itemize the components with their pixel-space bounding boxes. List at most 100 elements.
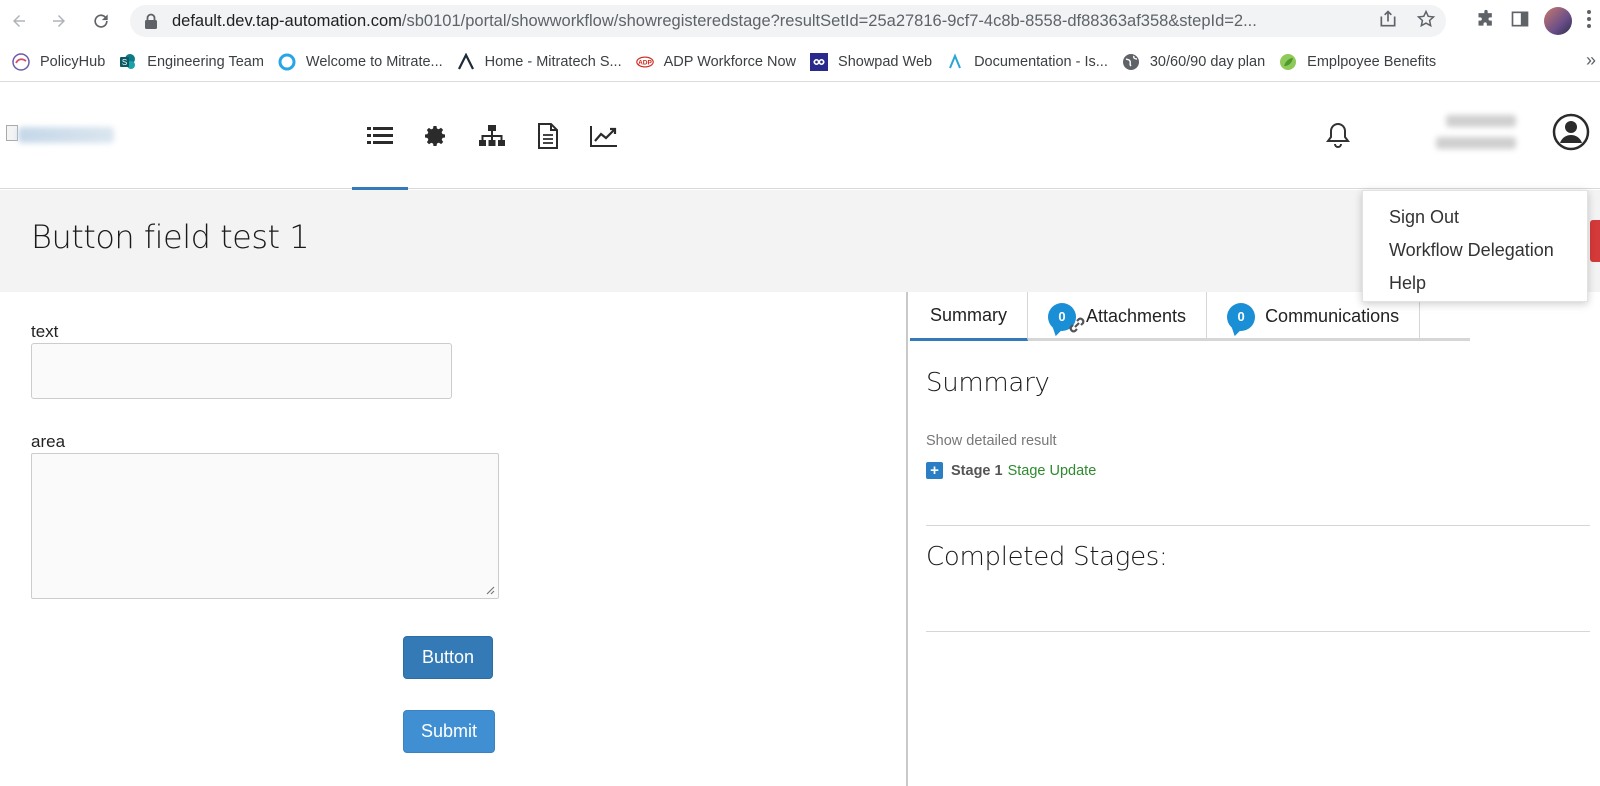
tab-label: Communications — [1265, 306, 1400, 326]
bookmark-adp[interactable]: ADP ADP Workforce Now — [632, 48, 806, 76]
forward-button[interactable] — [42, 4, 76, 38]
nav-worklist[interactable] — [352, 83, 408, 190]
bookmark-policyhub[interactable]: PolicyHub — [8, 48, 115, 76]
menu-item-help[interactable]: Help — [1363, 267, 1587, 300]
svg-text:ADP: ADP — [638, 59, 652, 66]
link-icon — [1069, 317, 1085, 333]
title-bar: Button field test 1 — [0, 190, 1600, 292]
bookmark-label: PolicyHub — [40, 53, 106, 70]
back-button[interactable] — [2, 4, 36, 38]
bookmark-label: ADP Workforce Now — [663, 53, 797, 70]
reload-button[interactable] — [84, 4, 118, 38]
tab-label: Summary — [930, 304, 1008, 325]
url-host: default.dev.tap-automation.com — [172, 11, 402, 30]
kebab-menu-icon[interactable] — [1586, 9, 1592, 34]
reload-icon — [94, 14, 108, 28]
divider — [926, 631, 1590, 632]
address-bar[interactable]: default.dev.tap-automation.com/sb0101/po… — [130, 5, 1446, 37]
leaf-icon — [1279, 53, 1297, 71]
list-icon — [367, 127, 393, 144]
svg-text:S: S — [122, 58, 127, 67]
bookmark-label: 30/60/90 day plan — [1149, 53, 1266, 70]
share-icon[interactable] — [1378, 9, 1398, 34]
bookmarks-bar: PolicyHub S Engineering Team Welcome to … — [0, 42, 1600, 82]
ring-icon — [278, 53, 296, 71]
bookmark-showpad[interactable]: Showpad Web — [806, 48, 942, 76]
communications-count-badge: 0 — [1227, 302, 1256, 331]
stage-number: Stage 1 — [951, 462, 1003, 479]
sharepoint-icon: S — [119, 53, 137, 71]
bookmark-home-mitratech[interactable]: Home - Mitratech S... — [453, 48, 632, 76]
app-logo[interactable] — [6, 125, 116, 145]
nav-reports[interactable] — [576, 83, 632, 189]
tab-label: Attachments — [1086, 306, 1187, 326]
url-path: /sb0101/portal/showworkflow/showregister… — [401, 11, 1257, 30]
policyhub-icon — [12, 52, 30, 71]
url-text: default.dev.tap-automation.com/sb0101/po… — [172, 12, 1350, 31]
browser-profile-avatar[interactable] — [1544, 7, 1572, 35]
browser-toolbar: default.dev.tap-automation.com/sb0101/po… — [0, 0, 1600, 42]
bookmarks-more-button[interactable]: » — [1586, 50, 1596, 71]
bookmark-documentation[interactable]: Documentation - Is... — [942, 48, 1118, 76]
gear-icon — [425, 126, 445, 146]
star-icon[interactable] — [1416, 9, 1436, 34]
nav-settings[interactable] — [408, 83, 464, 189]
mitratech-icon — [457, 52, 475, 71]
bookmark-label: Emplpoyee Benefits — [1307, 53, 1437, 70]
resize-handle-icon[interactable] — [485, 585, 495, 595]
user-dropdown-menu: Sign Out Workflow Delegation Help — [1362, 190, 1588, 302]
text-input[interactable] — [31, 343, 452, 399]
logo-blurred — [18, 127, 114, 143]
area-textarea[interactable] — [31, 453, 499, 599]
sitemap-icon — [479, 125, 505, 146]
extensions-icon[interactable] — [1476, 9, 1496, 34]
stage-update-link[interactable]: Stage Update — [1008, 463, 1097, 479]
expand-plus-icon[interactable]: + — [926, 462, 943, 479]
side-panel-icon[interactable] — [1510, 9, 1530, 34]
bookmark-label: Home - Mitratech S... — [484, 53, 622, 70]
divider — [926, 525, 1590, 526]
bookmark-label: Showpad Web — [838, 53, 933, 70]
menu-item-workflow-delegation[interactable]: Workflow Delegation — [1363, 234, 1587, 267]
user-menu-button[interactable] — [1552, 113, 1590, 151]
tab-summary[interactable]: Summary — [910, 292, 1029, 341]
showpad-icon — [810, 52, 829, 71]
line-chart-icon — [590, 126, 617, 147]
tab-attachments[interactable]: 0 Attachments — [1028, 292, 1208, 341]
arrow-right-icon — [53, 15, 65, 27]
bookmark-label: Welcome to Mitrate... — [305, 53, 443, 70]
nav-documents[interactable] — [520, 83, 576, 189]
globe-icon — [1122, 53, 1140, 71]
top-nav — [352, 83, 632, 190]
bookmark-employee-benefits[interactable]: Emplpoyee Benefits — [1275, 48, 1446, 76]
summary-heading: Summary — [926, 368, 1050, 398]
submit-button[interactable]: Submit — [403, 710, 495, 753]
bookmark-welcome[interactable]: Welcome to Mitrate... — [274, 48, 453, 76]
bookmark-label: Engineering Team — [147, 53, 264, 70]
user-name-blurred — [1436, 109, 1516, 159]
summary-panel: Summary 0 Attachments 0 Communications S… — [910, 292, 1600, 786]
user-circle-icon — [1552, 113, 1590, 151]
adp-icon: ADP — [635, 53, 654, 71]
page-title: Button field test 1 — [31, 218, 310, 256]
broken-image-icon — [6, 125, 18, 141]
app-header — [0, 83, 1600, 190]
stage-row[interactable]: + Stage 1 Stage Update — [926, 462, 1096, 479]
bell-icon — [1326, 122, 1350, 148]
show-detailed-result-link[interactable]: Show detailed result — [926, 433, 1057, 449]
notifications-button[interactable] — [1325, 121, 1353, 149]
bookmark-30-60-90[interactable]: 30/60/90 day plan — [1118, 48, 1275, 76]
mitratech-icon — [946, 52, 964, 71]
lock-icon — [144, 13, 162, 29]
menu-item-sign-out[interactable]: Sign Out — [1363, 201, 1587, 234]
nav-hierarchy[interactable] — [464, 83, 520, 189]
bookmark-label: Documentation - Is... — [974, 53, 1108, 70]
area-field-label: area — [31, 432, 66, 451]
arrow-left-icon — [13, 15, 25, 27]
bookmark-engineering-team[interactable]: S Engineering Team — [115, 48, 274, 76]
button-field-button[interactable]: Button — [403, 636, 493, 679]
document-icon — [538, 123, 558, 149]
form-panel: text area Button Submit — [0, 292, 908, 786]
text-field-label: text — [31, 322, 59, 341]
action-button-partial[interactable] — [1590, 220, 1600, 262]
